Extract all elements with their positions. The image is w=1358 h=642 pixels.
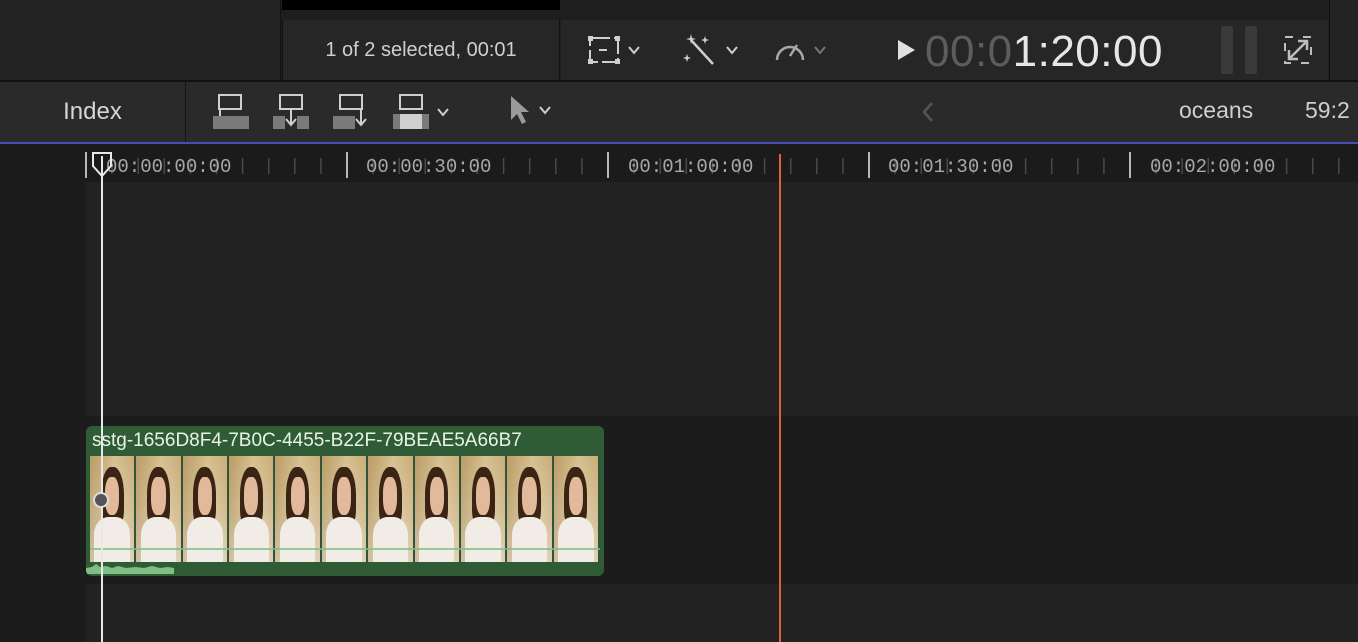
chevron-down-icon bbox=[539, 106, 551, 115]
viewer-toolbar: 00:01:20:00 bbox=[561, 20, 1328, 80]
enhance-menu-button[interactable] bbox=[683, 32, 739, 68]
speed-gauge-icon bbox=[775, 44, 805, 61]
filmstrip-frame bbox=[275, 456, 322, 562]
clip-title: sstg-1656D8F4-7B0C-4455-B22F-79BEAE5A66B… bbox=[92, 430, 522, 451]
audio-waveform bbox=[86, 564, 174, 574]
project-duration: 59:2 bbox=[1305, 97, 1350, 123]
audio-meter-left bbox=[1221, 26, 1233, 74]
fullscreen-icon bbox=[1284, 36, 1312, 64]
audio-meter-right bbox=[1245, 26, 1257, 74]
timecode-display[interactable]: 00:01:20:00 bbox=[925, 30, 1163, 74]
crop-transform-icon bbox=[588, 36, 620, 64]
transform-menu-button[interactable] bbox=[587, 34, 641, 66]
ruler-label: 00:00:30:00 bbox=[366, 156, 492, 178]
ruler-label: 00:00:00:00 bbox=[106, 156, 232, 178]
clip-filmstrip bbox=[90, 456, 600, 562]
clip-audio-level-line[interactable] bbox=[90, 548, 600, 550]
ruler-label: 00:01:30:00 bbox=[888, 156, 1014, 178]
fullscreen-button[interactable] bbox=[1283, 35, 1313, 65]
chevron-down-icon bbox=[726, 46, 738, 55]
viewer-image-strip bbox=[282, 0, 560, 10]
timecode-dim-digits: 00:0 bbox=[925, 27, 1013, 76]
skimmer-line[interactable] bbox=[779, 154, 781, 642]
append-clip-icon bbox=[333, 94, 367, 129]
append-clip-button[interactable] bbox=[332, 94, 370, 130]
filmstrip-frame bbox=[507, 456, 554, 562]
chevron-down-icon bbox=[628, 46, 640, 55]
timeline-index-button[interactable]: Index bbox=[0, 82, 186, 142]
insert-clip-icon bbox=[273, 94, 309, 129]
timecode-lit-digits: 1:20:00 bbox=[1012, 27, 1163, 76]
selection-info: 1 of 2 selected, 00:01 bbox=[282, 20, 560, 80]
magic-wand-icon bbox=[683, 34, 714, 65]
ruler-label: 00:02:00:00 bbox=[1150, 156, 1276, 178]
chevron-down-icon bbox=[814, 46, 826, 55]
filmstrip-frame bbox=[229, 456, 276, 562]
project-name: oceans bbox=[1179, 97, 1254, 123]
audio-area[interactable] bbox=[86, 584, 1358, 642]
filmstrip-frame bbox=[553, 456, 600, 562]
overwrite-clip-button[interactable] bbox=[392, 94, 450, 130]
play-button[interactable] bbox=[895, 38, 917, 62]
insert-clip-button[interactable] bbox=[272, 94, 310, 130]
track-gutter bbox=[0, 182, 86, 642]
chevron-down-icon bbox=[437, 108, 449, 117]
inspector-edge bbox=[1329, 0, 1358, 80]
timeline-ruler[interactable]: 00:00:00:00 00:00:30:00 00:01:00:00 00:0… bbox=[0, 144, 1358, 182]
playhead-handle-icon[interactable] bbox=[92, 152, 112, 178]
filmstrip-frame bbox=[414, 456, 461, 562]
filmstrip-frame bbox=[321, 456, 369, 562]
clip-keyframe-marker[interactable] bbox=[93, 492, 109, 508]
back-arrow-icon bbox=[922, 102, 933, 122]
playhead[interactable] bbox=[101, 156, 103, 642]
timeline-toolbar bbox=[0, 82, 1358, 142]
connected-clip-area[interactable] bbox=[86, 182, 1358, 416]
retime-menu-button[interactable] bbox=[773, 34, 827, 66]
filmstrip-frame bbox=[136, 456, 183, 562]
connect-clip-icon bbox=[213, 94, 249, 129]
play-icon bbox=[898, 40, 915, 60]
tool-select-button[interactable] bbox=[508, 94, 552, 126]
timeline-back-button[interactable] bbox=[920, 100, 936, 124]
filmstrip-frame bbox=[460, 456, 508, 562]
video-clip[interactable]: sstg-1656D8F4-7B0C-4455-B22F-79BEAE5A66B… bbox=[86, 426, 604, 576]
browser-panel bbox=[0, 0, 281, 80]
ruler-label: 00:01:00:00 bbox=[628, 156, 754, 178]
select-arrow-icon bbox=[511, 96, 529, 124]
filmstrip-frame bbox=[90, 456, 137, 562]
overwrite-clip-icon bbox=[393, 94, 429, 129]
filmstrip-frame bbox=[368, 456, 415, 562]
filmstrip-frame bbox=[182, 456, 230, 562]
connect-clip-button[interactable] bbox=[212, 94, 250, 130]
